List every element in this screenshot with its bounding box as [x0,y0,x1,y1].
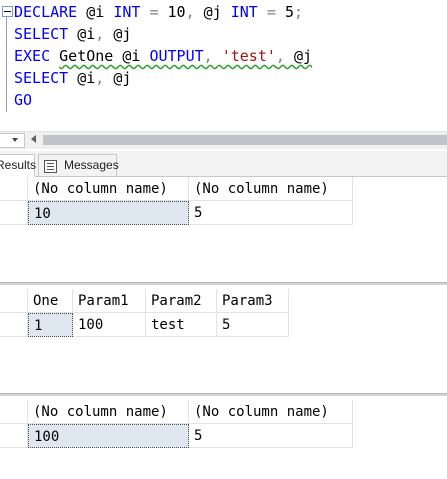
variable-j: @j [293,47,313,65]
collapse-minus-icon[interactable] [2,6,13,17]
keyword-go: GO [14,91,33,109]
result-set-divider[interactable] [0,282,447,285]
grid-corner[interactable] [0,289,28,313]
row-header[interactable] [0,424,28,448]
column-header[interactable]: Param1 [73,289,146,313]
number-literal: 10 [167,3,186,21]
result-grid-3: (No column name) (No column name) 100 5 [0,400,447,479]
tab-results[interactable]: Results [0,154,37,177]
column-header[interactable]: (No column name) [189,177,353,201]
result-grid-2: One Param1 Param2 Param3 1 100 test 5 [0,289,447,393]
column-header[interactable]: (No column name) [28,400,189,424]
grid-cell[interactable]: test [146,313,217,337]
variable-j: @j [113,25,132,43]
query-editor[interactable]: DECLARE @i INT = 10, @j INT = 5; SELECT … [0,0,447,131]
comma: , [95,69,105,87]
keyword-int: INT [113,3,141,21]
comma: , [275,47,285,65]
tab-results-label: Results [0,158,37,172]
zoom-dropdown[interactable] [0,133,25,148]
scrollbar-thumb[interactable] [43,135,447,145]
row-header[interactable] [0,313,28,337]
operator-equals: = [140,3,168,21]
variable-i: @i [86,3,105,21]
column-header[interactable]: (No column name) [28,177,189,201]
code-line-3: EXEC GetOne @i OUTPUT, 'test', @j [14,46,312,66]
grid-cell[interactable]: 100 [73,313,146,337]
code-line-5: GO [14,90,32,110]
procedure-name: GetOne [59,47,114,65]
variable-i: @i [77,25,96,43]
zoom-dropdown-arrow-icon [12,138,18,142]
row-header[interactable] [0,201,28,225]
outline-guide [6,17,7,112]
grid-cell[interactable]: 5 [189,201,353,225]
keyword-int: INT [230,3,258,21]
column-header[interactable]: (No column name) [189,400,353,424]
messages-icon [44,160,57,173]
code-line-4: SELECT @i, @j [14,68,131,88]
result-grid-1: (No column name) (No column name) 10 5 [0,177,447,281]
number-literal: 5 [284,3,294,21]
keyword-select: SELECT [14,25,69,43]
variable-i: @i [122,47,141,65]
comma: , [185,3,195,21]
semicolon: ; [293,3,303,21]
code-line-1: DECLARE @i INT = 10, @j INT = 5; [14,2,303,22]
variable-j: @j [113,69,132,87]
column-header[interactable]: Param3 [217,289,289,313]
column-header[interactable]: Param2 [146,289,217,313]
keyword-output: OUTPUT [149,47,204,65]
keyword-select: SELECT [14,69,69,87]
keyword-declare: DECLARE [14,3,78,21]
comma: , [203,47,213,65]
grid-cell[interactable]: 5 [189,424,353,448]
grid-cell-selected[interactable]: 10 [28,201,189,225]
string-literal: 'test' [221,47,276,65]
tab-messages-label: Messages [64,158,119,172]
grid-cell[interactable]: 5 [217,313,289,337]
grid-cell-selected[interactable]: 100 [28,424,189,448]
operator-equals: = [257,3,285,21]
comma: , [95,25,105,43]
result-set-divider[interactable] [0,393,447,396]
keyword-exec: EXEC [14,47,51,65]
variable-i: @i [77,69,96,87]
results-tab-strip: Results Messages [0,151,447,177]
tab-messages[interactable]: Messages [38,154,119,177]
variable-j: @j [203,3,222,21]
grid-corner[interactable] [0,177,28,201]
grid-cell-selected[interactable]: 1 [28,313,73,337]
scroll-left-arrow-icon[interactable] [31,135,36,143]
column-header[interactable]: One [28,289,73,313]
code-line-2: SELECT @i, @j [14,24,131,44]
grid-corner[interactable] [0,400,28,424]
